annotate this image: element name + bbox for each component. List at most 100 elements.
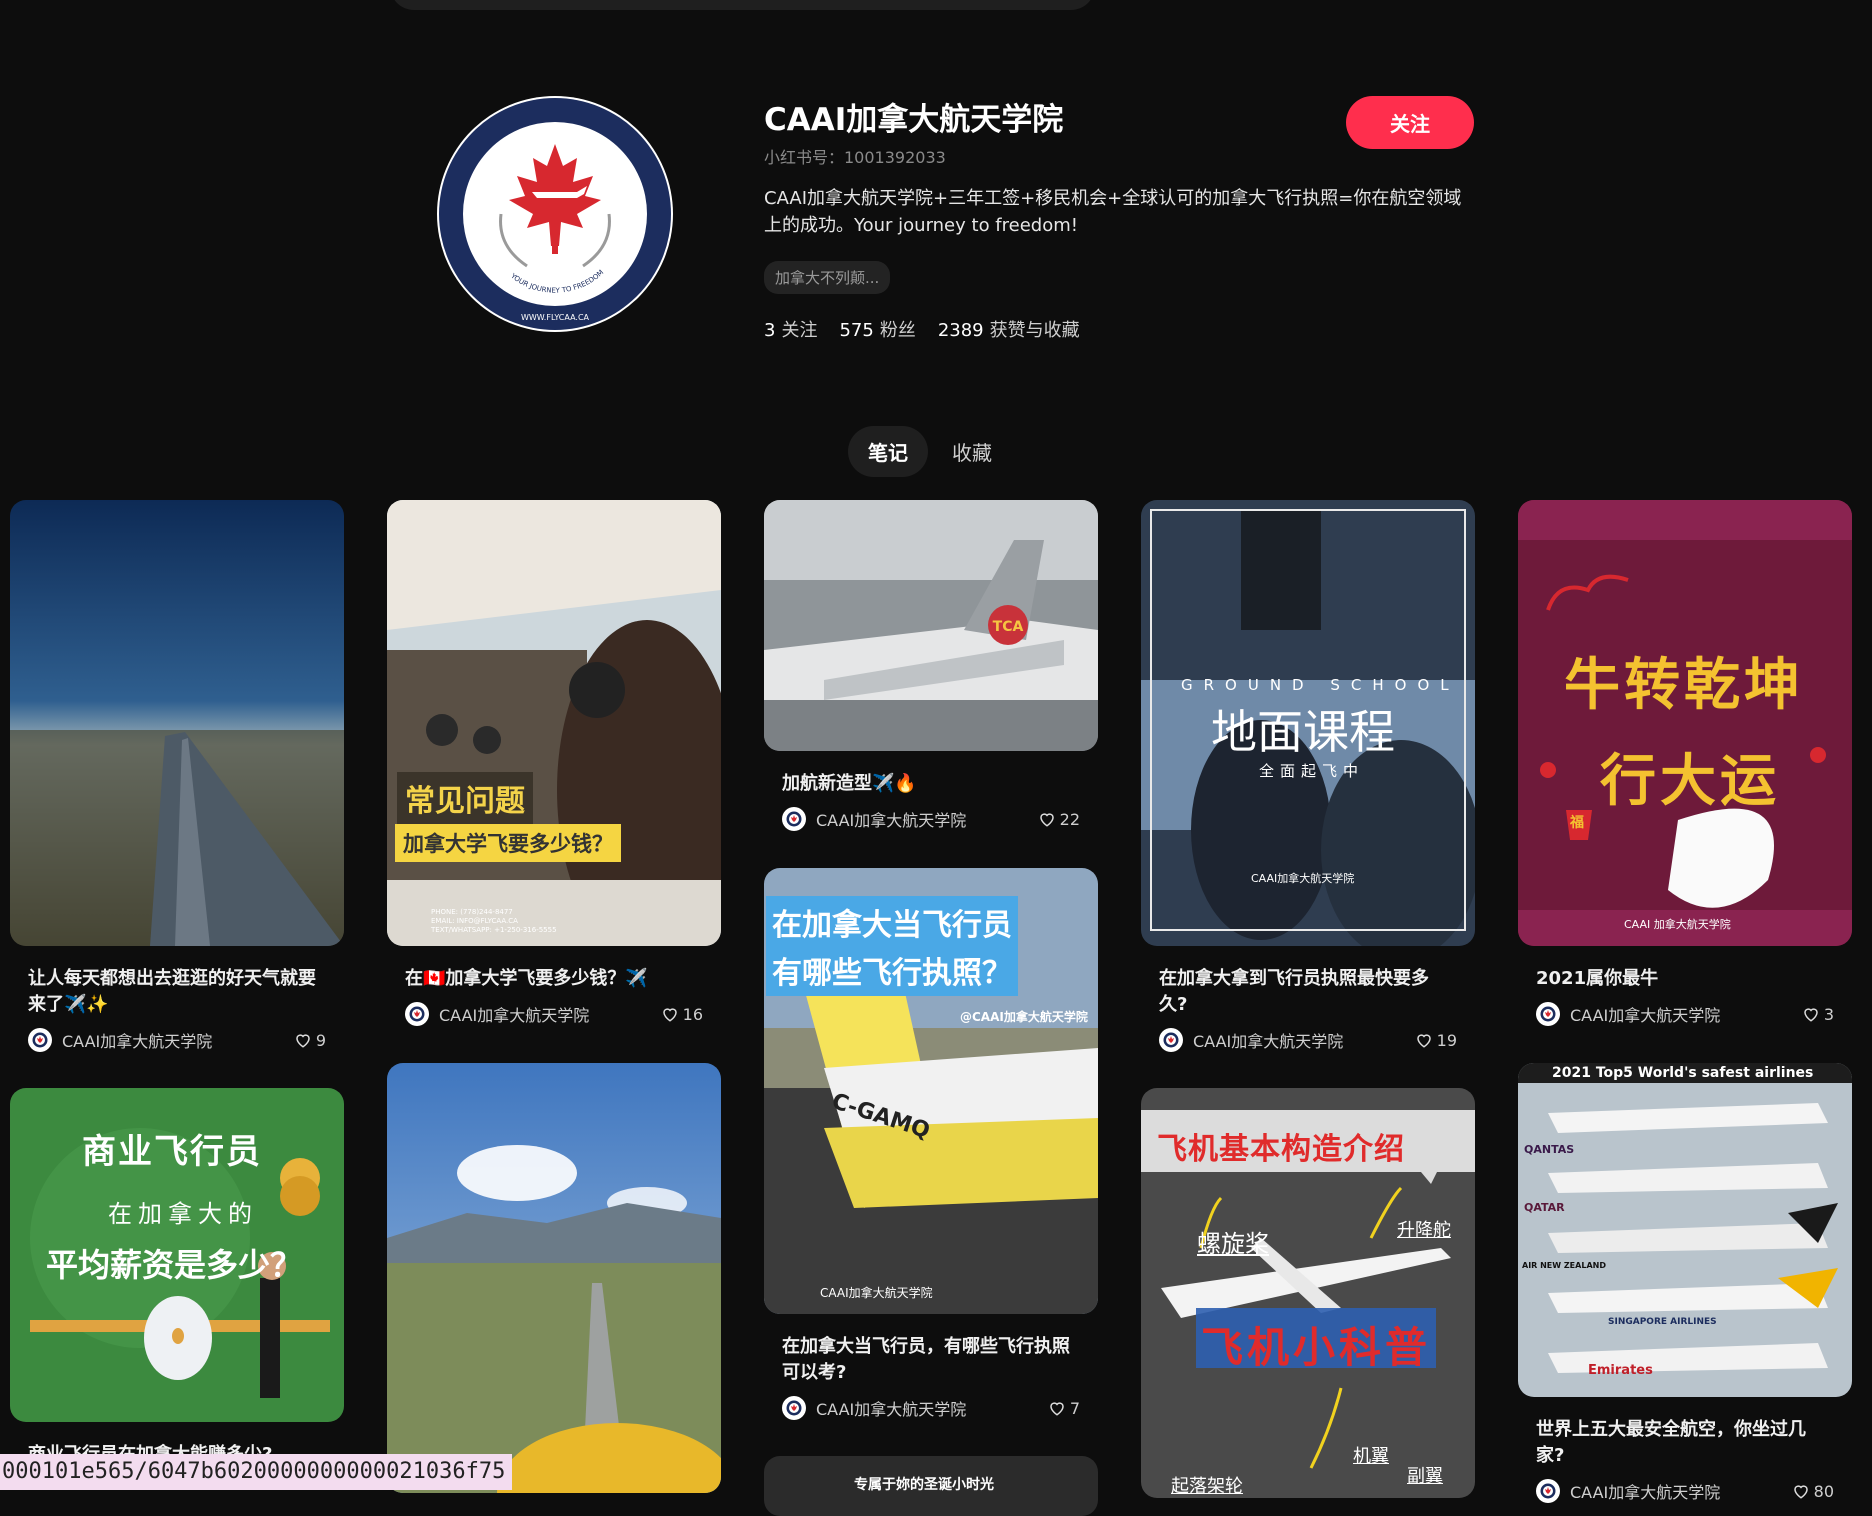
tab-collections[interactable]: 收藏 xyxy=(932,426,1012,477)
like-count: 19 xyxy=(1436,1030,1457,1050)
like-count: 7 xyxy=(1069,1398,1080,1418)
author-avatar[interactable] xyxy=(782,1396,806,1420)
author-name[interactable]: CAAI加拿大航天学院 xyxy=(816,807,1038,831)
overlay-subtitle: 行大运 xyxy=(1600,749,1780,814)
note-card[interactable]: 牛转乾坤 行大运 福 CAAI 加拿大航天学院 2021属你最牛 CAAI加拿大… xyxy=(1518,500,1852,1026)
profile-avatar: CANADA AVIATION ACADEMY INCORPORATED YOU… xyxy=(437,96,673,332)
note-card[interactable]: TCA 加航新造型✈️🔥 CAAI加拿大航天学院 22 xyxy=(764,500,1098,831)
heart-icon xyxy=(1793,1485,1808,1499)
diagram-label: 螺旋桨 xyxy=(1197,1230,1269,1258)
overlay-brand: CAAI 加拿大航天学院 xyxy=(1624,918,1731,931)
author-avatar[interactable] xyxy=(782,807,806,831)
overlay-title: 地面课程 xyxy=(1211,705,1395,759)
like-button[interactable]: 22 xyxy=(1038,810,1080,829)
note-cover-image[interactable]: 飞机基本构造介绍 飞机小科普 螺旋桨 升降舵 机翼 副翼 起落架轮 xyxy=(1141,1088,1475,1498)
like-button[interactable]: 16 xyxy=(661,1005,703,1024)
author-avatar[interactable] xyxy=(1536,1002,1560,1026)
overlay-subtitle: 全面起飞中 xyxy=(1259,762,1365,780)
stat-following[interactable]: 3 关注 xyxy=(764,316,817,342)
note-card[interactable]: 商业飞行员 在加拿大的 平均薪资是多少？ 商业飞行员在加拿大能赚多少? xyxy=(10,1088,344,1468)
like-count: 22 xyxy=(1059,809,1080,829)
location-tag[interactable]: 加拿大不列颠... xyxy=(764,261,891,294)
author-avatar[interactable] xyxy=(1159,1028,1183,1052)
caai-logo: CANADA AVIATION ACADEMY INCORPORATED YOU… xyxy=(437,96,671,330)
like-button[interactable]: 7 xyxy=(1048,1399,1080,1418)
tab-notes[interactable]: 笔记 xyxy=(848,426,928,477)
author-name[interactable]: CAAI加拿大航天学院 xyxy=(816,1396,1048,1420)
overlay-title: 在加拿大当飞行员 xyxy=(766,896,1018,948)
note-card[interactable]: 在加拿大当飞行员 有哪些飞行执照？ @CAAI加拿大航天学院 C-GAMQ CA… xyxy=(764,868,1098,1420)
note-card[interactable]: 常见问题 加拿大学飞要多少钱？ PHONE: (778)244-8477 EMAI… xyxy=(387,500,721,1026)
overlay-title: 牛转乾坤 xyxy=(1564,653,1804,718)
note-cover-image[interactable]: TCA xyxy=(764,500,1098,751)
author-name[interactable]: CAAI加拿大航天学院 xyxy=(1570,1002,1802,1026)
note-card[interactable]: 2021 Top5 World's safest airlines QANTAS… xyxy=(1518,1063,1852,1503)
note-cover-image[interactable]: 常见问题 加拿大学飞要多少钱？ PHONE: (778)244-8477 EMAI… xyxy=(387,500,721,946)
note-cover-image[interactable]: 商业飞行员 在加拿大的 平均薪资是多少？ xyxy=(10,1088,344,1422)
like-count: 16 xyxy=(682,1004,703,1024)
note-title[interactable]: 让人每天都想出去逛逛的好天气就要来了✈️✨ xyxy=(28,966,326,1018)
airline-label: Emirates xyxy=(1588,1363,1653,1378)
svg-text:TCA: TCA xyxy=(993,619,1024,635)
note-cover-image[interactable]: 2021 Top5 World's safest airlines QANTAS… xyxy=(1518,1063,1852,1397)
note-title[interactable]: 2021属你最牛 xyxy=(1536,966,1834,992)
diagram-label: 副翼 xyxy=(1407,1466,1443,1487)
note-card[interactable]: GROUND SCHOOL 地面课程 全面起飞中 CAAI加拿大航天学院 在加拿… xyxy=(1141,500,1475,1052)
profile-description: CAAI加拿大航天学院+三年工签+移民机会+全球认可的加拿大飞行执照=你在航空领… xyxy=(764,188,1462,236)
heart-icon xyxy=(1804,1008,1818,1022)
diagram-label: 升降舵 xyxy=(1397,1220,1451,1241)
note-cover-image[interactable]: 专属于妳的圣诞小时光 xyxy=(764,1456,1098,1516)
search-bar[interactable] xyxy=(390,0,1095,10)
note-cover-image[interactable] xyxy=(387,1063,721,1493)
author-name[interactable]: CAAI加拿大航天学院 xyxy=(1570,1479,1792,1503)
profile-id: 小红书号：1001392033 xyxy=(764,148,946,167)
airline-label: SINGAPORE AIRLINES xyxy=(1608,1317,1717,1327)
overlay-subtitle: 加拿大学飞要多少钱？ xyxy=(395,824,621,862)
note-cover-image[interactable]: 牛转乾坤 行大运 福 CAAI 加拿大航天学院 xyxy=(1518,500,1852,946)
note-title[interactable]: 世界上五大最安全航空，你坐过几家? xyxy=(1536,1417,1834,1469)
overlay-title: 常见问题 xyxy=(397,772,533,824)
author-name[interactable]: CAAI加拿大航天学院 xyxy=(62,1028,294,1052)
overlay-subtitle: 飞机小科普 xyxy=(1201,1323,1432,1372)
heart-icon xyxy=(662,1008,677,1022)
overlay-title: 平均薪资是多少？ xyxy=(46,1246,303,1284)
note-title[interactable]: 加航新造型✈️🔥 xyxy=(782,771,1080,797)
note-title[interactable]: 在🇨🇦加拿大学飞要多少钱？✈️ xyxy=(405,966,703,992)
note-title[interactable]: 在加拿大拿到飞行员执照最快要多久? xyxy=(1159,966,1457,1018)
note-cover-image[interactable]: 在加拿大当飞行员 有哪些飞行执照？ @CAAI加拿大航天学院 C-GAMQ CA… xyxy=(764,868,1098,1314)
stat-likes-collections[interactable]: 2389 获赞与收藏 xyxy=(938,316,1080,342)
like-button[interactable]: 3 xyxy=(1802,1005,1834,1024)
note-title[interactable]: 在加拿大当飞行员，有哪些飞行执照可以考? xyxy=(782,1334,1080,1386)
author-avatar[interactable] xyxy=(405,1002,429,1026)
author-avatar[interactable] xyxy=(1536,1479,1560,1503)
overlay-brand: CAAI加拿大航天学院 xyxy=(1251,872,1355,885)
diagram-label: 起落架轮 xyxy=(1171,1476,1243,1497)
author-name[interactable]: CAAI加拿大航天学院 xyxy=(1193,1028,1415,1052)
overlay-title: 专属于妳的圣诞小时光 xyxy=(854,1477,994,1493)
note-card[interactable]: 飞机基本构造介绍 飞机小科普 螺旋桨 升降舵 机翼 副翼 起落架轮 xyxy=(1141,1088,1475,1498)
stat-followers[interactable]: 575 粉丝 xyxy=(839,316,915,342)
status-url: 000101e565/6047b6020000000000021036f75 xyxy=(0,1454,512,1490)
overlay-title: 商业飞行员 xyxy=(82,1132,262,1172)
note-card[interactable]: 让人每天都想出去逛逛的好天气就要来了✈️✨ CAAI加拿大航天学院 9 xyxy=(10,500,344,1052)
like-count: 3 xyxy=(1823,1004,1834,1024)
like-button[interactable]: 80 xyxy=(1792,1482,1834,1501)
note-cover-image[interactable] xyxy=(10,500,344,946)
like-count: 9 xyxy=(315,1030,326,1050)
note-cover-image[interactable]: GROUND SCHOOL 地面课程 全面起飞中 CAAI加拿大航天学院 xyxy=(1141,500,1475,946)
profile-name: CAAI加拿大航天学院 xyxy=(764,102,1064,138)
follow-button[interactable]: 关注 xyxy=(1346,96,1474,149)
contact-info: PHONE: (778)244-8477 EMAIL: INFO@FLYCAA.C… xyxy=(431,908,557,934)
note-card[interactable] xyxy=(387,1063,721,1493)
like-button[interactable]: 19 xyxy=(1415,1031,1457,1050)
airline-label: QANTAS xyxy=(1524,1143,1575,1156)
author-name[interactable]: CAAI加拿大航天学院 xyxy=(439,1002,661,1026)
like-count: 80 xyxy=(1813,1481,1834,1501)
author-avatar[interactable] xyxy=(28,1028,52,1052)
like-button[interactable]: 9 xyxy=(294,1031,326,1050)
overlay-subtitle: 在加拿大的 xyxy=(108,1200,258,1228)
watermark: @CAAI加拿大航天学院 xyxy=(960,1010,1088,1024)
airline-label: QATAR xyxy=(1524,1201,1565,1214)
note-card[interactable]: 专属于妳的圣诞小时光 xyxy=(764,1456,1098,1516)
fu-charm: 福 xyxy=(1570,815,1584,831)
